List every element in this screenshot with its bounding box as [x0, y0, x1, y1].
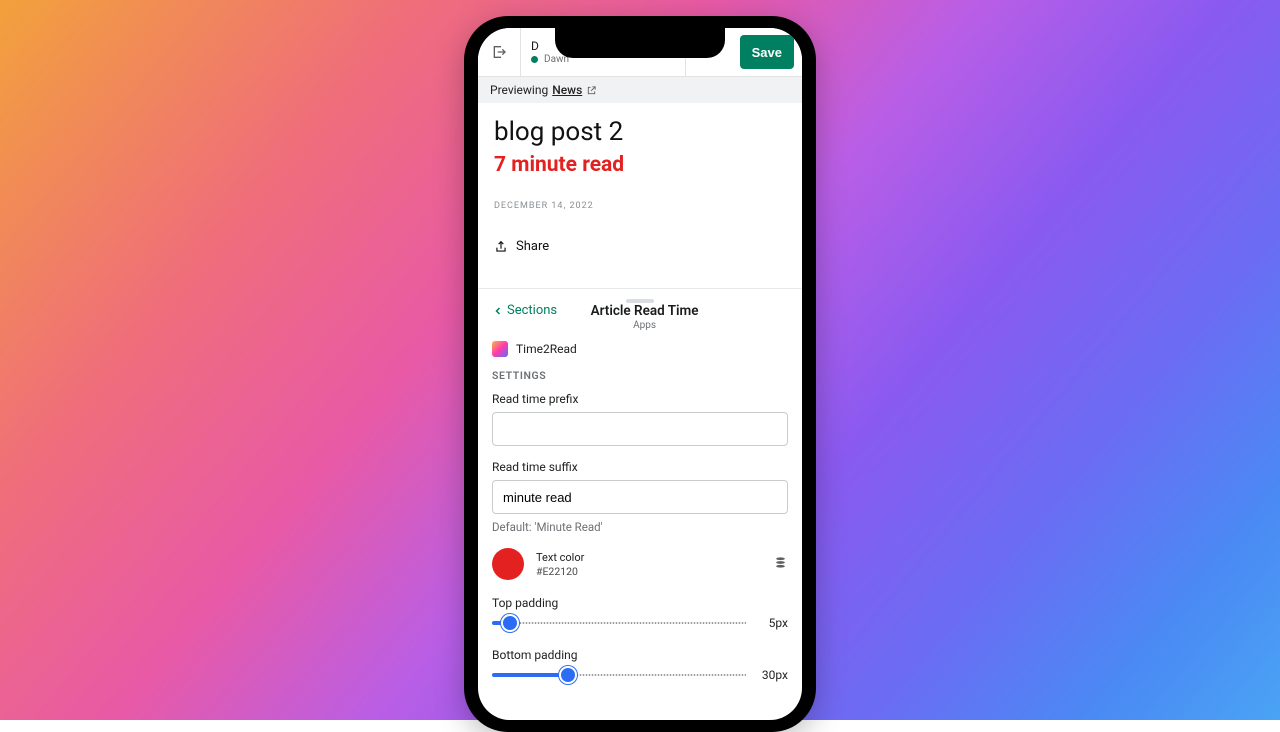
bottom-padding-label: Bottom padding [492, 648, 788, 662]
blog-article-preview: blog post 2 7 minute read DECEMBER 14, 2… [478, 103, 802, 272]
text-color-swatch[interactable] [492, 548, 524, 580]
text-color-label: Text color [536, 551, 761, 564]
back-label: Sections [507, 303, 557, 318]
top-padding-slider[interactable] [492, 616, 746, 630]
slider-thumb-icon[interactable] [501, 614, 519, 632]
app-icon [492, 341, 508, 357]
section-settings-panel: Sections Article Read Time Apps Time2Rea… [478, 289, 802, 720]
top-padding-value: 5px [756, 616, 788, 630]
article-title: blog post 2 [494, 117, 786, 147]
exit-icon [491, 44, 507, 60]
drag-handle-icon[interactable] [626, 299, 654, 303]
external-link-icon [586, 85, 597, 96]
status-dot-icon [531, 56, 538, 63]
save-button[interactable]: Save [740, 35, 794, 69]
dynamic-source-button[interactable] [773, 555, 788, 574]
panel-title: Article Read Time [557, 303, 732, 319]
read-time-prefix-label: Read time prefix [492, 392, 788, 406]
share-button[interactable]: Share [494, 239, 786, 254]
app-row[interactable]: Time2Read [492, 341, 788, 357]
settings-heading: SETTINGS [492, 369, 788, 382]
share-icon [494, 240, 508, 254]
read-time-prefix-input[interactable] [492, 412, 788, 446]
bottom-padding-value: 30px [756, 668, 788, 682]
chevron-left-icon [492, 305, 504, 317]
read-time-suffix-label: Read time suffix [492, 460, 788, 474]
top-padding-label: Top padding [492, 596, 788, 610]
template-file-initial: D [531, 40, 539, 52]
text-color-hex: #E22120 [536, 565, 761, 578]
phone-frame: D Dawn Save Previewing News blog post 2 … [464, 16, 816, 732]
phone-screen: D Dawn Save Previewing News blog post 2 … [478, 28, 802, 720]
panel-subtitle: Apps [557, 320, 732, 331]
article-date: DECEMBER 14, 2022 [494, 201, 786, 211]
preview-template-link[interactable]: News [552, 83, 582, 97]
slider-thumb-icon[interactable] [559, 666, 577, 684]
read-time-suffix-hint: Default: 'Minute Read' [492, 520, 788, 534]
share-label: Share [516, 239, 549, 254]
read-time-suffix-input[interactable] [492, 480, 788, 514]
article-read-time: 7 minute read [494, 153, 786, 177]
phone-notch [555, 28, 725, 58]
preview-context-bar: Previewing News [478, 77, 802, 103]
database-icon [773, 555, 788, 570]
bottom-padding-slider[interactable] [492, 668, 746, 682]
exit-editor-button[interactable] [478, 28, 520, 76]
preview-prefix: Previewing [490, 83, 548, 97]
back-to-sections-button[interactable]: Sections [492, 303, 557, 318]
app-name: Time2Read [516, 342, 577, 356]
